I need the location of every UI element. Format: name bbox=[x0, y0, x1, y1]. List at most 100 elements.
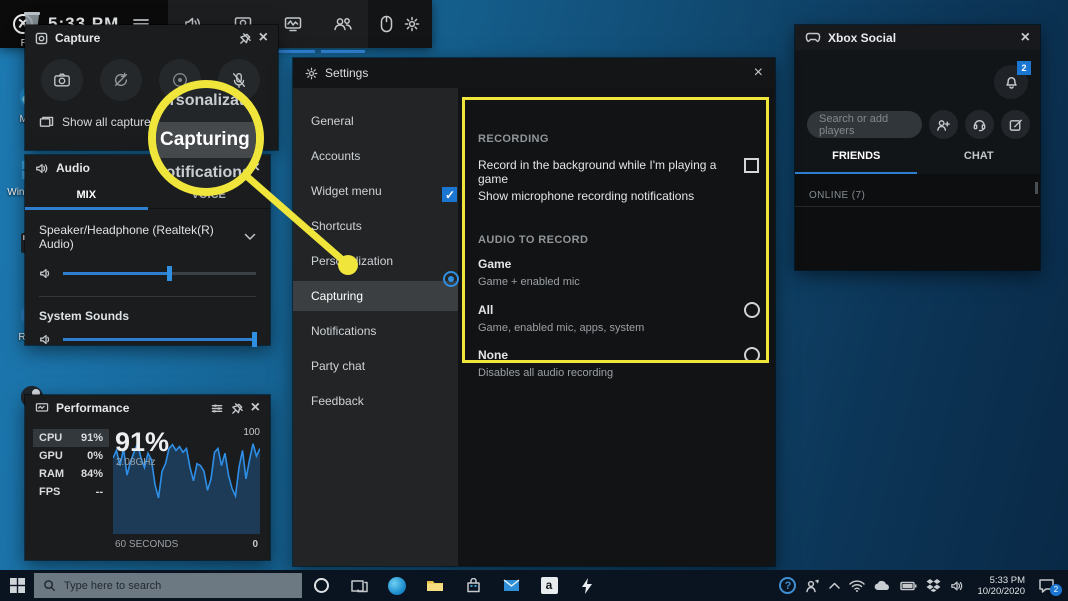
tray-clock[interactable]: 5:33 PM 10/20/2020 bbox=[973, 575, 1029, 597]
performance-widget-icon bbox=[35, 402, 49, 414]
performance-options-icon[interactable] bbox=[210, 402, 224, 415]
tray-time: 5:33 PM bbox=[977, 575, 1025, 586]
game-bar-right bbox=[368, 0, 432, 48]
stat-ram[interactable]: RAM84% bbox=[33, 465, 109, 483]
player-search-input[interactable]: Search or add players bbox=[807, 111, 922, 138]
mail-icon[interactable] bbox=[492, 570, 530, 601]
speaker-icon bbox=[35, 162, 49, 175]
audio-panel-title: Audio bbox=[56, 161, 90, 175]
y-axis-max: 100 bbox=[243, 427, 260, 438]
magnified-context-above: Personalization bbox=[150, 92, 264, 110]
nav-personalization[interactable]: Personalization bbox=[293, 246, 458, 276]
stat-fps[interactable]: FPS-- bbox=[33, 483, 109, 501]
stat-cpu[interactable]: CPU91% bbox=[33, 429, 109, 447]
settings-header: Settings × bbox=[293, 58, 775, 88]
callout-magnifier: Personalization Capturing Notifications bbox=[148, 80, 264, 196]
nav-notifications[interactable]: Notifications bbox=[293, 316, 458, 346]
nav-feedback[interactable]: Feedback bbox=[293, 386, 458, 416]
nav-party-chat[interactable]: Party chat bbox=[293, 351, 458, 381]
tab-mix[interactable]: MIX bbox=[25, 189, 148, 201]
record-last-30s-button[interactable] bbox=[100, 59, 142, 101]
pin-icon[interactable] bbox=[231, 402, 244, 415]
file-explorer-icon[interactable] bbox=[416, 570, 454, 601]
tab-friends[interactable]: FRIENDS bbox=[795, 150, 918, 174]
amazon-icon[interactable]: a bbox=[530, 570, 568, 601]
nav-accounts[interactable]: Accounts bbox=[293, 141, 458, 171]
tab-chat[interactable]: CHAT bbox=[918, 150, 1041, 174]
notification-count-badge: 2 bbox=[1017, 61, 1031, 75]
taskbar: Type here to search a ? bbox=[0, 570, 1068, 601]
active-tab-underline bbox=[25, 207, 148, 210]
party-headset-button[interactable] bbox=[965, 110, 994, 139]
tray-expand-chevron[interactable] bbox=[829, 582, 840, 589]
cpu-chart: 91% 2.08GHz 100 0 60 SECONDS bbox=[113, 425, 260, 550]
captures-gallery-icon bbox=[39, 116, 54, 129]
dropbox-icon[interactable] bbox=[926, 579, 941, 592]
social-widget-active-underline bbox=[321, 50, 365, 53]
highlight-rectangle bbox=[462, 97, 769, 363]
close-icon[interactable]: × bbox=[754, 65, 763, 81]
friends-list: ONLINE (7) bbox=[795, 174, 1040, 270]
add-friend-button[interactable] bbox=[929, 110, 958, 139]
system-sounds-slider[interactable] bbox=[63, 338, 256, 341]
x-axis-label: 60 SECONDS bbox=[115, 539, 178, 550]
cpu-frequency: 2.08GHz bbox=[116, 457, 155, 468]
start-button[interactable] bbox=[0, 578, 34, 593]
close-icon[interactable]: × bbox=[251, 400, 260, 416]
screenshot-button[interactable] bbox=[41, 59, 83, 101]
microsoft-store-icon[interactable] bbox=[454, 570, 492, 601]
pin-icon[interactable] bbox=[239, 32, 252, 45]
mouse-passthrough-icon[interactable] bbox=[380, 15, 393, 33]
social-widget-button[interactable] bbox=[318, 0, 368, 48]
scrollbar[interactable] bbox=[1035, 182, 1038, 194]
wifi-icon[interactable] bbox=[849, 580, 865, 592]
onedrive-cloud-icon[interactable] bbox=[874, 580, 891, 591]
capture-panel-title: Capture bbox=[55, 31, 100, 45]
gamebar-settings-icon[interactable] bbox=[404, 16, 420, 32]
task-view-button[interactable] bbox=[340, 570, 378, 601]
lightning-app-icon[interactable] bbox=[568, 570, 606, 601]
volume-icon bbox=[39, 267, 53, 280]
cortana-button[interactable] bbox=[302, 570, 340, 601]
battery-icon[interactable] bbox=[900, 581, 917, 591]
people-tray-icon[interactable] bbox=[805, 579, 820, 593]
volume-icon bbox=[39, 333, 53, 346]
performance-panel-header: Performance × bbox=[25, 395, 270, 421]
nav-widget-menu[interactable]: Widget menu bbox=[293, 176, 458, 206]
mic-notifications-checkbox[interactable] bbox=[442, 187, 457, 202]
slider-thumb[interactable] bbox=[252, 332, 257, 347]
gear-icon bbox=[305, 67, 318, 80]
action-center-button[interactable]: 2 bbox=[1038, 578, 1062, 594]
magnified-active-item: Capturing bbox=[148, 122, 264, 158]
audio-device-selector[interactable]: Speaker/Headphone (Realtek(R) Audio) bbox=[25, 209, 270, 251]
speaker-volume-row bbox=[25, 251, 270, 280]
taskbar-search-input[interactable]: Type here to search bbox=[34, 573, 302, 598]
notifications-bell-button[interactable]: 2 bbox=[994, 65, 1028, 99]
online-section-label: ONLINE (7) bbox=[795, 174, 1040, 207]
slider-thumb[interactable] bbox=[167, 266, 172, 281]
speaker-volume-slider[interactable] bbox=[63, 272, 256, 275]
settings-title: Settings bbox=[325, 66, 368, 80]
tray-speaker-icon[interactable] bbox=[950, 580, 964, 592]
new-message-button[interactable] bbox=[1001, 110, 1030, 139]
nav-general[interactable]: General bbox=[293, 106, 458, 136]
close-icon[interactable]: × bbox=[259, 30, 268, 46]
help-tray-icon[interactable]: ? bbox=[779, 577, 796, 594]
stat-gpu[interactable]: GPU0% bbox=[33, 447, 109, 465]
performance-body: CPU91% GPU0% RAM84% FPS-- 91% 2.08GHz 10… bbox=[25, 421, 270, 560]
controller-icon bbox=[805, 32, 821, 43]
social-search-row: Search or add players bbox=[807, 110, 1030, 139]
edge-taskbar-icon[interactable] bbox=[378, 570, 416, 601]
close-icon[interactable]: × bbox=[1021, 30, 1030, 46]
option-game-radio[interactable] bbox=[443, 271, 459, 287]
performance-panel-title: Performance bbox=[56, 401, 129, 415]
tray-date: 10/20/2020 bbox=[977, 586, 1025, 597]
system-sounds-label: System Sounds bbox=[25, 297, 270, 323]
performance-panel: Performance × CPU91% GPU0% RAM84% FPS-- … bbox=[25, 395, 270, 560]
capture-widget-icon bbox=[35, 32, 48, 45]
social-tabs: FRIENDS CHAT bbox=[795, 150, 1040, 174]
y-axis-min: 0 bbox=[252, 539, 258, 550]
nav-capturing[interactable]: Capturing bbox=[293, 281, 458, 311]
settings-nav: General Accounts Widget menu Shortcuts P… bbox=[293, 88, 458, 566]
nav-shortcuts[interactable]: Shortcuts bbox=[293, 211, 458, 241]
